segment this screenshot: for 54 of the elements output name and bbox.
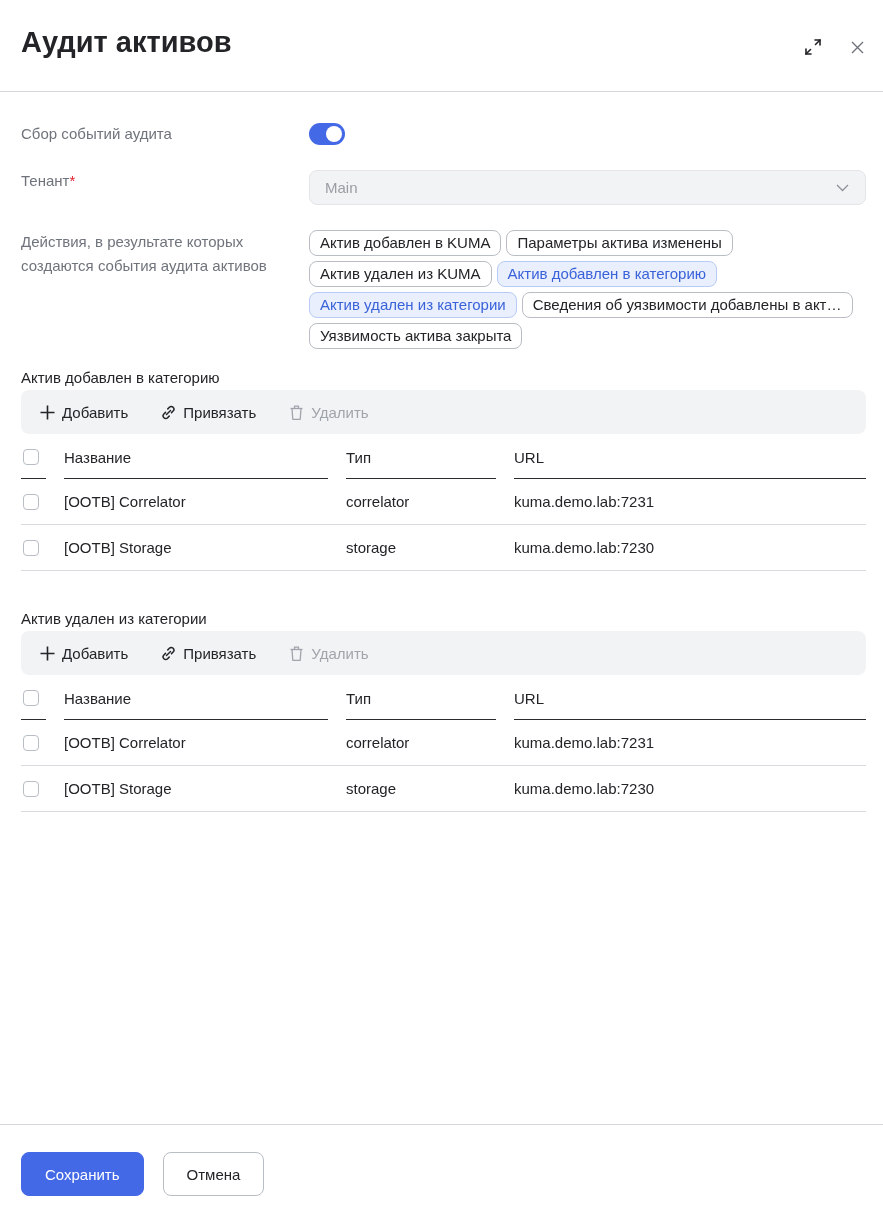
action-chip[interactable]: Актив добавлен в категорию: [496, 261, 718, 287]
table-cell-text: correlator: [346, 493, 411, 510]
select-all-checkbox[interactable]: [23, 449, 39, 465]
cancel-button[interactable]: Отмена: [162, 1152, 265, 1196]
action-chip[interactable]: Уязвимость актива закрыта: [309, 323, 523, 349]
section-title: Актив удален из категории: [21, 609, 208, 629]
link-icon: [161, 404, 177, 420]
action-chip[interactable]: Актив удален из категории: [309, 292, 517, 318]
expand-icon[interactable]: [804, 38, 822, 56]
table-cell-text: [OOTB] Storage: [64, 539, 173, 556]
trash-icon: [289, 404, 305, 420]
save-button[interactable]: Сохранить: [21, 1152, 144, 1196]
row-checkbox[interactable]: [23, 780, 39, 797]
table-cell-text: storage: [346, 539, 398, 556]
toolbar-button[interactable]: Добавить: [40, 644, 129, 662]
toolbar-button[interactable]: Привязать: [161, 403, 257, 421]
table-cell-text: kuma.demo.lab:7231: [514, 493, 656, 510]
table-cell-text: [OOTB] Correlator: [64, 493, 187, 510]
chevron-down-icon: [836, 183, 849, 192]
required-mark: *: [69, 172, 76, 189]
table-cell-text: kuma.demo.lab:7230: [514, 780, 656, 797]
column-header: URL: [514, 448, 544, 466]
action-chip[interactable]: Актив удален из KUMA: [309, 261, 492, 287]
close-icon[interactable]: [851, 40, 864, 54]
window-title: Аудит активов: [21, 25, 233, 60]
column-header: Тип: [346, 689, 371, 707]
action-chip[interactable]: Сведения об уязвимости добавлены в акт…: [521, 292, 853, 318]
link-icon: [161, 645, 177, 661]
table-cell-text: [OOTB] Correlator: [64, 734, 187, 751]
table-cell-text: storage: [346, 780, 398, 797]
field-label: Действия, в результате которых создаются события аудита активов: [21, 233, 267, 274]
table-cell-text: correlator: [346, 734, 411, 751]
column-header: Название: [64, 689, 132, 707]
trash-icon: [289, 645, 305, 661]
row-checkbox[interactable]: [23, 493, 39, 510]
row-checkbox[interactable]: [23, 539, 39, 556]
section-title: Актив добавлен в категорию: [21, 368, 221, 388]
field-label: Тенант: [21, 172, 70, 189]
table-cell-text: [OOTB] Storage: [64, 780, 173, 797]
select-all-checkbox[interactable]: [23, 690, 39, 706]
column-header: Тип: [346, 448, 371, 466]
action-chip[interactable]: Параметры актива изменены: [506, 230, 733, 256]
toolbar-button[interactable]: Привязать: [161, 644, 257, 662]
row-checkbox[interactable]: [23, 734, 39, 751]
table-cell-text: kuma.demo.lab:7230: [514, 539, 656, 556]
toolbar-button[interactable]: Добавить: [40, 403, 129, 421]
table-cell-text: kuma.demo.lab:7231: [514, 734, 656, 751]
column-header: URL: [514, 689, 544, 707]
column-header: Название: [64, 448, 132, 466]
plus-icon: [40, 645, 55, 661]
toggle-switch[interactable]: [309, 123, 345, 145]
action-chip[interactable]: Актив добавлен в KUMA: [309, 230, 502, 256]
field-label: Сбор событий аудита: [21, 125, 172, 142]
plus-icon: [40, 404, 55, 420]
